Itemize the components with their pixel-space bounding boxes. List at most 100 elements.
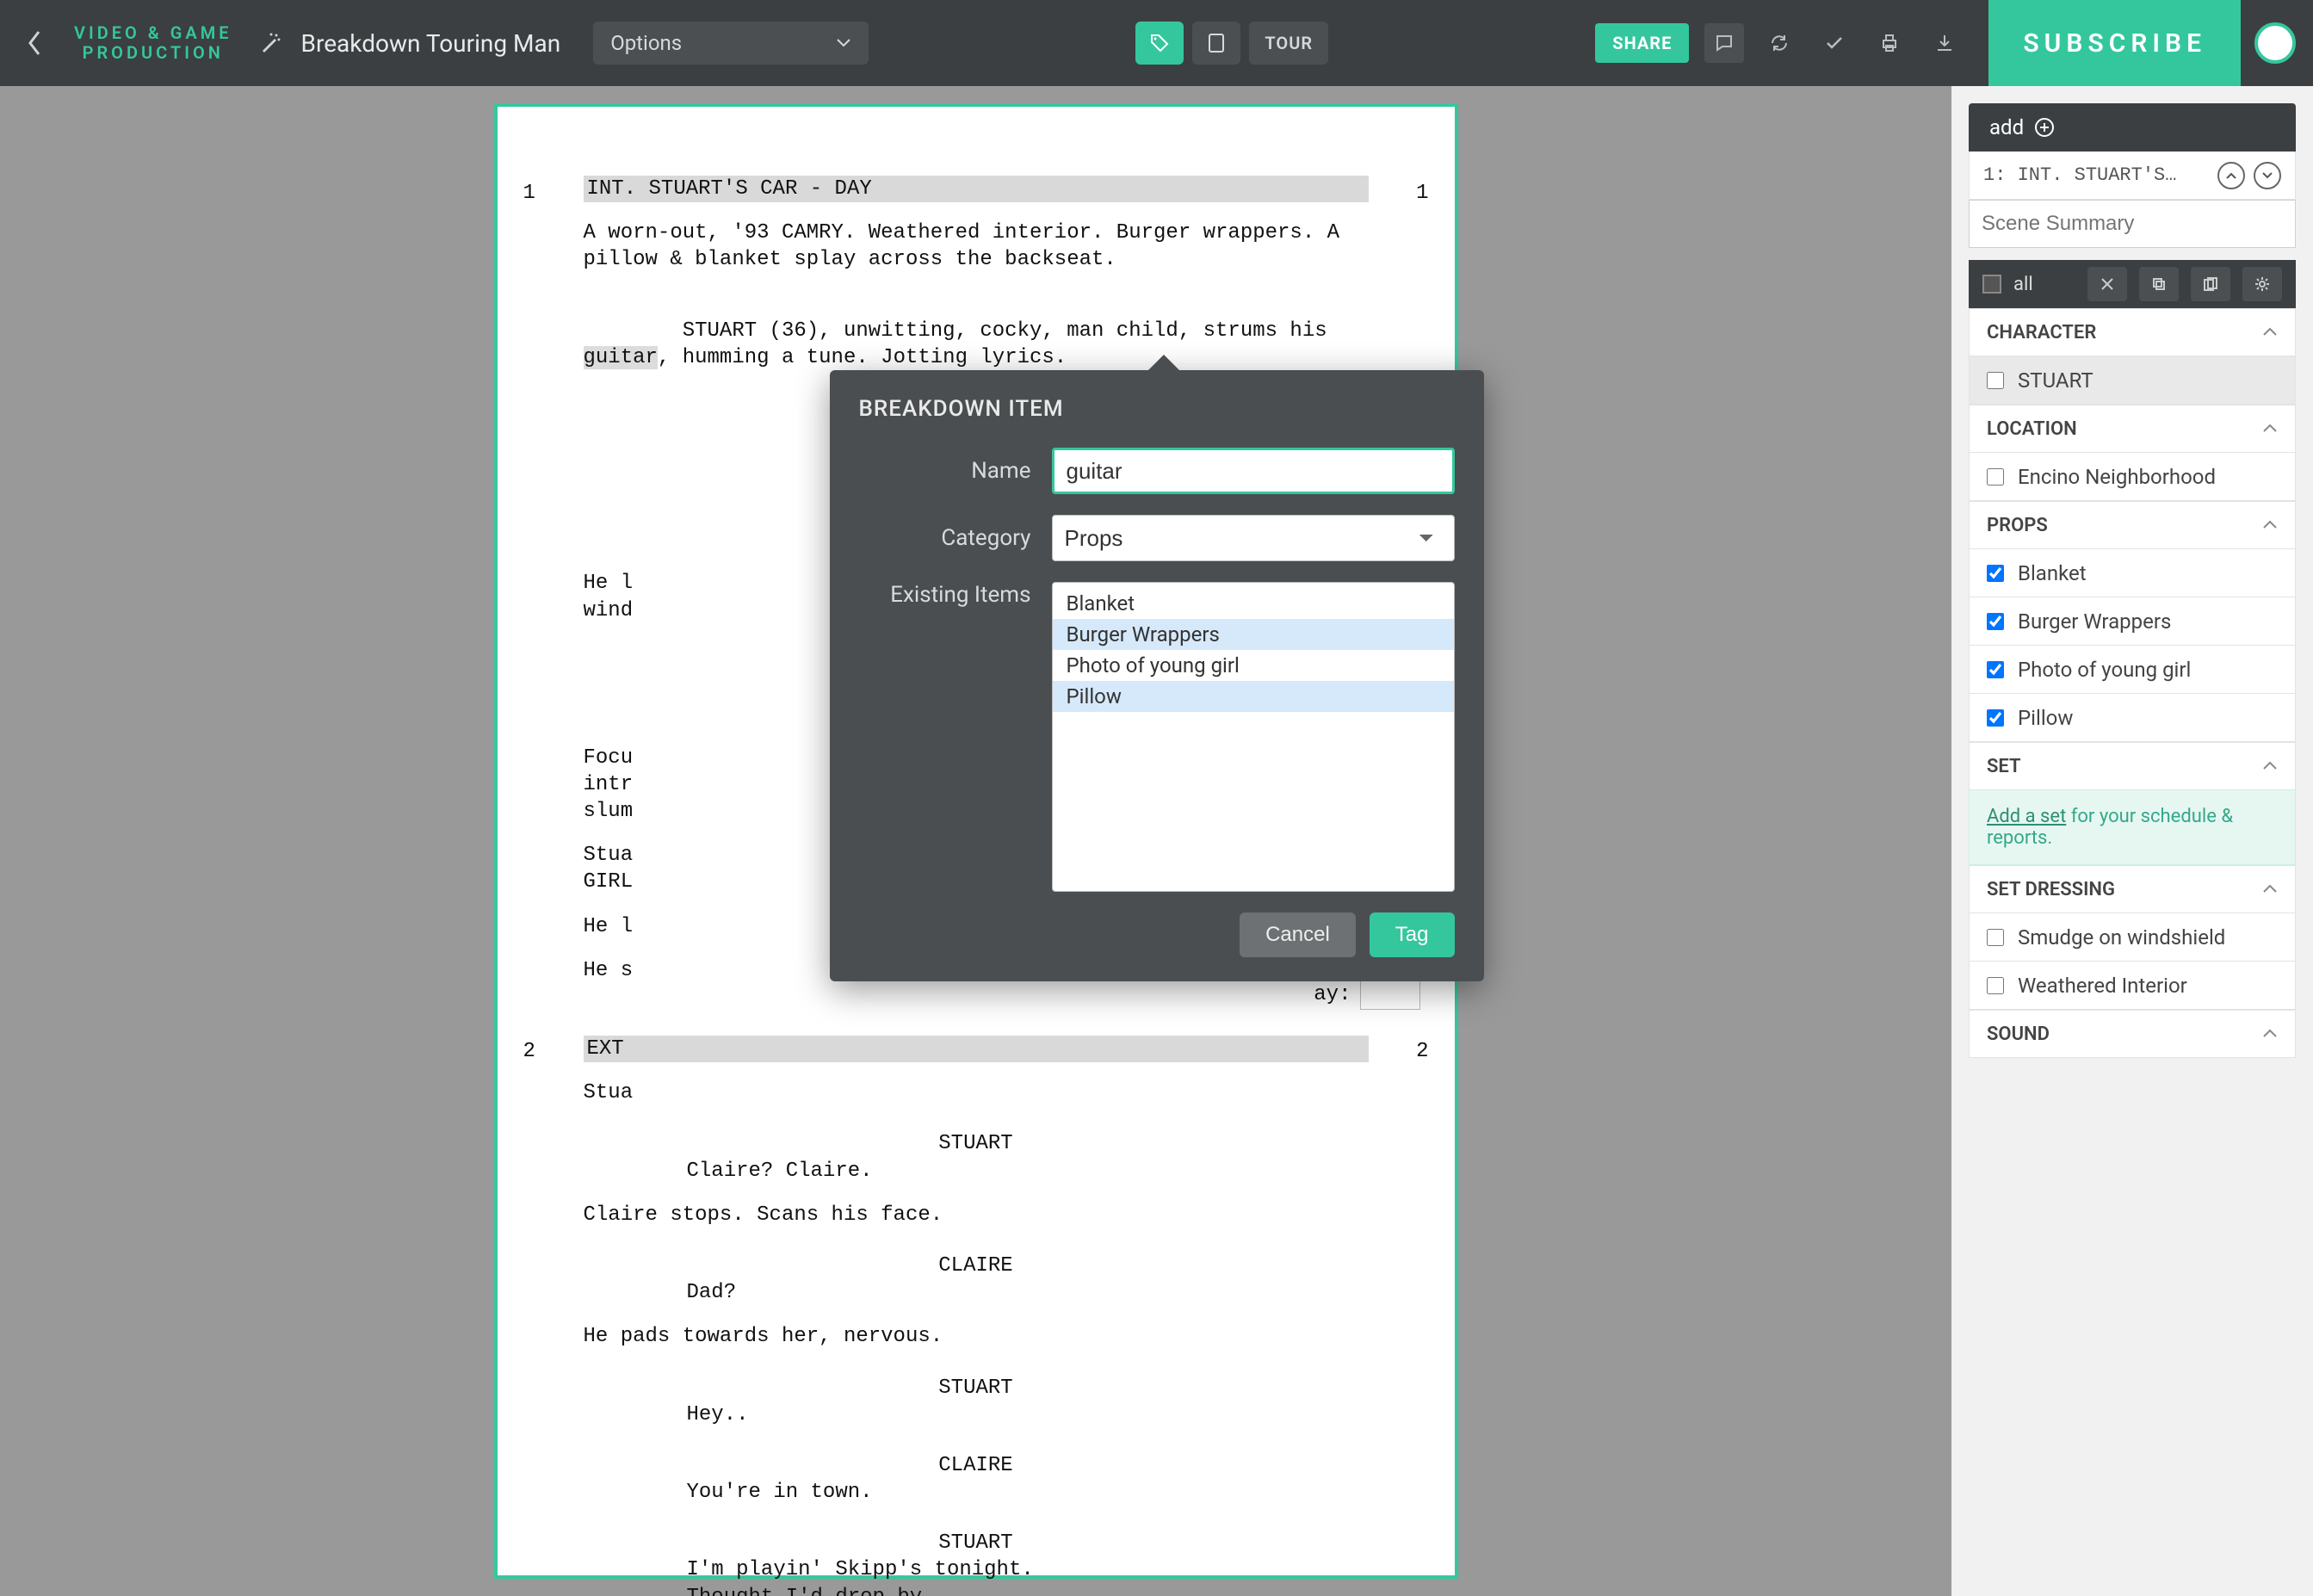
magic-wand-button[interactable] <box>255 28 286 59</box>
category-label: Category <box>859 525 1031 551</box>
item-label: STUART <box>2018 368 2093 393</box>
subscribe-button[interactable]: SUBSCRIBE <box>1988 0 2241 86</box>
cancel-button[interactable]: Cancel <box>1240 912 1356 957</box>
dialogue[interactable]: Claire? Claire. <box>687 1158 1369 1185</box>
close-icon <box>2100 276 2115 292</box>
tag-button[interactable]: Tag <box>1370 912 1455 957</box>
day-input[interactable] <box>1360 980 1420 1010</box>
action-paragraph[interactable]: He pads towards her, nervous. <box>584 1323 1369 1350</box>
category-item[interactable]: Photo of young girl <box>1969 646 2296 694</box>
prev-scene-button[interactable] <box>2217 162 2245 189</box>
duplicate-button[interactable] <box>2191 267 2230 301</box>
category-item[interactable]: Encino Neighborhood <box>1969 453 2296 501</box>
item-checkbox[interactable] <box>1987 977 2004 994</box>
category-header[interactable]: LOCATION <box>1969 405 2296 453</box>
category-item[interactable]: Smudge on windshield <box>1969 913 2296 962</box>
character-cue[interactable]: STUART <box>584 1530 1369 1556</box>
scene-number-right: 1 <box>1416 180 1428 207</box>
category-item[interactable]: Weathered Interior <box>1969 962 2296 1010</box>
category-header[interactable]: CHARACTER <box>1969 308 2296 356</box>
print-icon <box>1879 33 1900 53</box>
action-paragraph[interactable]: A worn-out, '93 CAMRY. Weathered interio… <box>584 220 1369 273</box>
chevron-up-icon <box>2262 520 2278 530</box>
scene-number-left: 2 <box>523 1038 535 1065</box>
print-button[interactable] <box>1870 23 1909 63</box>
plus-circle-icon <box>2034 117 2055 138</box>
category-header[interactable]: PROPS <box>1969 501 2296 549</box>
sync-button[interactable] <box>1759 23 1799 63</box>
item-checkbox[interactable] <box>1987 468 2004 486</box>
dialogue[interactable]: Hey.. <box>687 1401 1369 1428</box>
item-checkbox[interactable] <box>1987 709 2004 727</box>
scene-heading[interactable]: EXT <box>584 1036 1369 1062</box>
category-header[interactable]: SET DRESSING <box>1969 865 2296 913</box>
item-checkbox[interactable] <box>1987 372 2004 389</box>
dialogue[interactable]: I'm playin' Skipp's tonight. <box>687 1556 1369 1583</box>
copy-icon <box>2151 276 2167 292</box>
category-select[interactable]: Props <box>1052 515 1455 561</box>
comments-button[interactable] <box>1704 23 1744 63</box>
name-label: Name <box>859 458 1031 484</box>
chevron-up-icon <box>2262 424 2278 434</box>
user-avatar[interactable] <box>2254 22 2296 64</box>
copy-button[interactable] <box>2139 267 2179 301</box>
character-cue[interactable]: STUART <box>584 1375 1369 1401</box>
category-item[interactable]: Burger Wrappers <box>1969 597 2296 646</box>
item-checkbox[interactable] <box>1987 661 2004 678</box>
check-icon <box>1824 33 1845 53</box>
sync-icon <box>1769 33 1790 53</box>
character-cue[interactable]: CLAIRE <box>584 1452 1369 1479</box>
character-cue[interactable]: STUART <box>584 1130 1369 1157</box>
item-checkbox[interactable] <box>1987 613 2004 630</box>
scene-number-left: 1 <box>523 180 535 207</box>
scene-navigator: 1: INT. STUART'S… <box>1969 152 2296 200</box>
share-button[interactable]: SHARE <box>1595 23 1689 63</box>
list-item[interactable]: Pillow <box>1053 681 1454 712</box>
scene-summary-input[interactable] <box>1969 200 2296 248</box>
selection-toolbar: all <box>1969 260 2296 308</box>
list-item[interactable]: Blanket <box>1053 588 1454 619</box>
chevron-up-icon <box>2225 171 2237 180</box>
back-button[interactable] <box>17 26 52 60</box>
category-item[interactable]: STUART <box>1969 356 2296 405</box>
tour-button[interactable]: TOUR <box>1249 22 1328 65</box>
scene-nav-label: 1: INT. STUART'S… <box>1983 164 2209 186</box>
category-header[interactable]: SET <box>1969 742 2296 790</box>
download-button[interactable] <box>1925 23 1964 63</box>
next-scene-button[interactable] <box>2254 162 2281 189</box>
approve-button[interactable] <box>1815 23 1854 63</box>
chevron-up-icon <box>2262 761 2278 771</box>
options-dropdown[interactable]: Options <box>593 22 869 65</box>
item-label: Photo of young girl <box>2018 658 2191 682</box>
item-checkbox[interactable] <box>1987 565 2004 582</box>
settings-button[interactable] <box>2242 267 2282 301</box>
existing-items-list[interactable]: BlanketBurger WrappersPhoto of young gir… <box>1052 582 1455 892</box>
clear-selection-button[interactable] <box>2087 267 2127 301</box>
scene-heading[interactable]: INT. STUART'S CAR - DAY <box>584 176 1369 202</box>
chevron-up-icon <box>2262 1029 2278 1039</box>
category-header[interactable]: SOUND <box>1969 1010 2296 1058</box>
dialogue[interactable]: Dad? <box>687 1279 1369 1306</box>
category-item[interactable]: Pillow <box>1969 694 2296 742</box>
list-item[interactable]: Burger Wrappers <box>1053 619 1454 650</box>
tagged-word[interactable]: guitar <box>584 346 658 369</box>
dialogue[interactable]: You're in town. <box>687 1479 1369 1506</box>
select-all-checkbox[interactable] <box>1982 275 2001 294</box>
list-item[interactable]: Photo of young girl <box>1053 650 1454 681</box>
chevron-up-icon <box>2262 327 2278 337</box>
category-item[interactable]: Blanket <box>1969 549 2296 597</box>
name-input[interactable] <box>1052 448 1455 494</box>
set-note[interactable]: Add a set for your schedule & reports. <box>1969 789 2296 865</box>
tag-mode-button[interactable] <box>1135 22 1184 65</box>
action-paragraph[interactable]: Stua <box>584 1079 1369 1106</box>
dialogue[interactable]: Thought I'd drop by. <box>687 1584 1369 1596</box>
character-cue[interactable]: CLAIRE <box>584 1253 1369 1279</box>
page-mode-button[interactable] <box>1192 22 1240 65</box>
brand-logo: VIDEO & GAME PRODUCTION <box>67 23 239 63</box>
item-checkbox[interactable] <box>1987 929 2004 946</box>
action-paragraph[interactable]: Claire stops. Scans his face. <box>584 1202 1369 1228</box>
modal-pointer <box>1148 355 1179 370</box>
add-item-button[interactable]: add <box>1969 103 2296 152</box>
magic-wand-icon <box>259 32 281 54</box>
existing-items-label: Existing Items <box>859 582 1031 608</box>
